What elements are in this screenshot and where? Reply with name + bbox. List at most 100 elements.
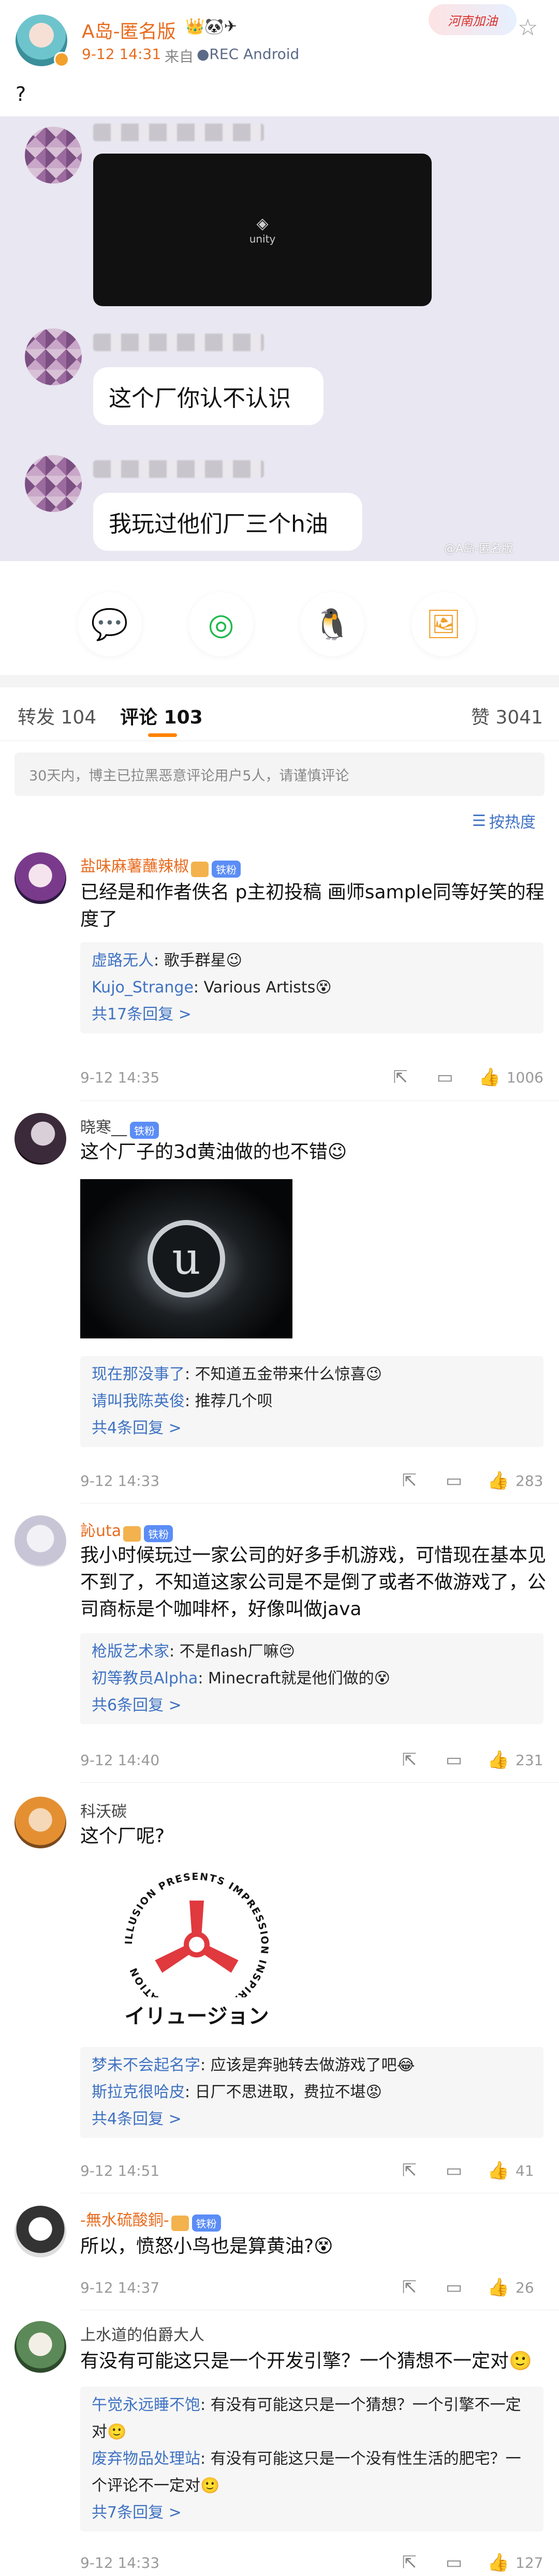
like-count: 127 — [516, 2554, 543, 2571]
comment-footer: 9-12 14:35 ⇱ ▭ 👍 1006 — [80, 1064, 543, 1090]
unity-logo-icon: ◈ — [256, 215, 269, 233]
like-icon[interactable]: 👍 — [487, 2159, 510, 2182]
comment-time: 9-12 14:35 — [80, 1068, 160, 1086]
share-moments-button[interactable]: ◎ — [189, 592, 253, 656]
like-count: 41 — [516, 2162, 534, 2179]
like-icon[interactable]: 👍 — [478, 1065, 502, 1089]
reply-item[interactable]: 虚路无人: 歌手群星😉 — [92, 947, 532, 974]
reply-item[interactable]: 现在那没事了: 不知道五金带来什么惊喜😉 — [92, 1361, 532, 1388]
comment-author-name[interactable]: 晓寒__ — [80, 1119, 127, 1137]
share-wechat-button[interactable]: 💬 — [78, 592, 142, 656]
comment-author[interactable]: 上水道的伯爵大人 — [80, 2322, 204, 2345]
comment-author-name[interactable]: 上水道的伯爵大人 — [80, 2326, 204, 2344]
reply-item[interactable]: 废弃物品处理站: 有没有可能这只是一个没有性生活的肥宅？一个评论不一定对🙂 — [92, 2446, 532, 2499]
more-replies-link[interactable]: 共4条回复 > — [92, 2106, 532, 2133]
post-image[interactable]: ◈ unity 这个厂你认不认识 我玩过他们厂三个h油 @A岛-匿名版 — [0, 116, 559, 561]
comment-author[interactable]: 科沃碳 — [80, 1799, 127, 1821]
qq-icon: 🐧 — [313, 606, 351, 642]
share-icon[interactable]: ⇱ — [398, 2159, 421, 2182]
reply-icon[interactable]: ▭ — [442, 1469, 466, 1493]
reply-icon[interactable]: ▭ — [442, 1748, 466, 1772]
more-replies-link[interactable]: 共6条回复 > — [92, 1692, 532, 1719]
like-icon[interactable]: 👍 — [487, 2276, 510, 2299]
fan-level-icon — [171, 2215, 189, 2231]
share-icon[interactable]: ⇱ — [398, 1748, 421, 1772]
comment-author-name[interactable]: -無水硫酸銅- — [80, 2211, 169, 2229]
share-qq-button[interactable]: 🐧 — [300, 592, 364, 656]
comment-author[interactable]: 訫uta 铁粉 — [80, 1518, 173, 1542]
like-icon[interactable]: 👍 — [487, 1748, 510, 1772]
post-time: 9-12 14:31 — [82, 46, 161, 63]
comment-avatar[interactable] — [14, 1113, 66, 1165]
comment-image[interactable]: u — [80, 1179, 292, 1338]
save-image-button[interactable]: 🖼 — [411, 592, 476, 656]
author-name[interactable]: A岛-匿名版 — [82, 17, 176, 43]
like-icon[interactable]: 👍 — [487, 1469, 510, 1493]
comment-avatar[interactable] — [14, 1797, 66, 1848]
more-replies-link[interactable]: 共17条回复 > — [92, 1001, 532, 1028]
sort-button[interactable]: ☰ 按热度 — [472, 809, 536, 832]
comment-author[interactable]: 晓寒__ 铁粉 — [80, 1114, 159, 1139]
more-replies-link[interactable]: 共7条回复 > — [92, 2499, 532, 2526]
reply-author[interactable]: 午觉永远睡不饱 — [92, 2396, 200, 2414]
comment-author-name[interactable]: 盐味麻薯蘸辣椒 — [80, 857, 189, 876]
comment-avatar[interactable] — [14, 852, 66, 904]
chat-avatar — [25, 328, 82, 385]
comment-author[interactable]: -無水硫酸銅- 铁粉 — [80, 2207, 221, 2232]
reply-icon[interactable]: ▭ — [442, 2276, 466, 2299]
reply-item[interactable]: Kujo_Strange: Various Artists😵 — [92, 974, 532, 1001]
verified-badge — [54, 52, 69, 67]
logo-text: イリュージョン — [124, 2005, 269, 2028]
share-icon[interactable]: ⇱ — [398, 2276, 421, 2299]
reply-item[interactable]: 枪版艺术家: 不是flash厂嘛😔 — [92, 1638, 532, 1665]
reply-item[interactable]: 斯拉克很哈皮: 日厂不思进取，费拉不堪😡 — [92, 2079, 532, 2106]
reply-author[interactable]: 初等教员Alpha — [92, 1669, 198, 1688]
tab-comments[interactable]: 评论 103 — [120, 702, 203, 729]
comment-image[interactable]: ILLUSION PRESENTS IMPRESSION INSPIR ATION… — [109, 1862, 285, 2032]
comment-avatar[interactable] — [14, 2321, 66, 2373]
more-replies-link[interactable]: 共4条回复 > — [92, 1415, 532, 1442]
reply-item[interactable]: 请叫我陈英俊: 推荐几个呗 — [92, 1388, 532, 1415]
reply-box[interactable]: 午觉永远睡不饱: 有没有可能这只是一个猜想？一个引擎不一定对🙂 废弃物品处理站:… — [80, 2387, 543, 2532]
comment-author-name[interactable]: 訫uta — [80, 1522, 121, 1540]
comment-text: 这个厂呢? — [80, 1826, 165, 1847]
reply-author[interactable]: 现在那没事了 — [92, 1365, 185, 1383]
like-icon[interactable]: 👍 — [487, 2551, 510, 2574]
reply-item[interactable]: 午觉永远睡不饱: 有没有可能这只是一个猜想？一个引擎不一定对🙂 — [92, 2392, 532, 2446]
comment-avatar[interactable] — [14, 2206, 66, 2257]
fan-badge: 铁粉 — [130, 1122, 159, 1139]
post-source: ●REC Android — [197, 46, 300, 63]
reply-author[interactable]: 废弃物品处理站 — [92, 2450, 200, 2468]
like-count: 26 — [516, 2279, 534, 2296]
comment-avatar[interactable] — [14, 1515, 66, 1567]
reply-icon[interactable]: ▭ — [442, 2551, 466, 2574]
chat-video-message[interactable]: ◈ unity — [93, 154, 432, 306]
comment-author-name[interactable]: 科沃碳 — [80, 1803, 127, 1821]
reply-box[interactable]: 虚路无人: 歌手群星😉 Kujo_Strange: Various Artist… — [80, 942, 543, 1033]
comment-text: 已经是和作者佚名 p主初投稿 画师sample同等好笑的程度了 — [80, 882, 545, 930]
reply-icon[interactable]: ▭ — [442, 2159, 466, 2182]
share-icon[interactable]: ⇱ — [398, 2551, 421, 2574]
tab-likes[interactable]: 赞 3041 — [471, 702, 543, 729]
comment-time: 9-12 14:33 — [80, 2554, 160, 2571]
reply-author[interactable]: Kujo_Strange — [92, 978, 194, 997]
moments-icon: ◎ — [208, 607, 234, 642]
comment-author[interactable]: 盐味麻薯蘸辣椒 铁粉 — [80, 853, 241, 878]
share-icon[interactable]: ⇱ — [389, 1065, 413, 1089]
reply-author[interactable]: 虚路无人 — [92, 952, 154, 970]
reply-author[interactable]: 斯拉克很哈皮 — [92, 2083, 185, 2101]
favorite-star-icon[interactable]: ☆ — [518, 14, 538, 41]
reply-author[interactable]: 梦未不会起名字 — [92, 2056, 200, 2074]
reply-box[interactable]: 现在那没事了: 不知道五金带来什么惊喜😉 请叫我陈英俊: 推荐几个呗 共4条回复… — [80, 1356, 543, 1447]
reply-box[interactable]: 枪版艺术家: 不是flash厂嘛😔 初等教员Alpha: Minecraft就是… — [80, 1633, 543, 1724]
tab-repost[interactable]: 转发 104 — [18, 702, 96, 729]
sort-label: 按热度 — [489, 814, 536, 832]
reply-icon[interactable]: ▭ — [433, 1065, 457, 1089]
share-icon[interactable]: ⇱ — [398, 1469, 421, 1493]
unreal-logo-icon: u — [148, 1220, 225, 1298]
reply-box[interactable]: 梦未不会起名字: 应该是奔驰转去做游戏了吧😂 斯拉克很哈皮: 日厂不思进取，费拉… — [80, 2047, 543, 2138]
reply-author[interactable]: 请叫我陈英俊 — [92, 1392, 185, 1410]
reply-item[interactable]: 梦未不会起名字: 应该是奔驰转去做游戏了吧😂 — [92, 2052, 532, 2079]
reply-item[interactable]: 初等教员Alpha: Minecraft就是他们做的😵 — [92, 1665, 532, 1692]
reply-author[interactable]: 枪版艺术家 — [92, 1643, 169, 1661]
